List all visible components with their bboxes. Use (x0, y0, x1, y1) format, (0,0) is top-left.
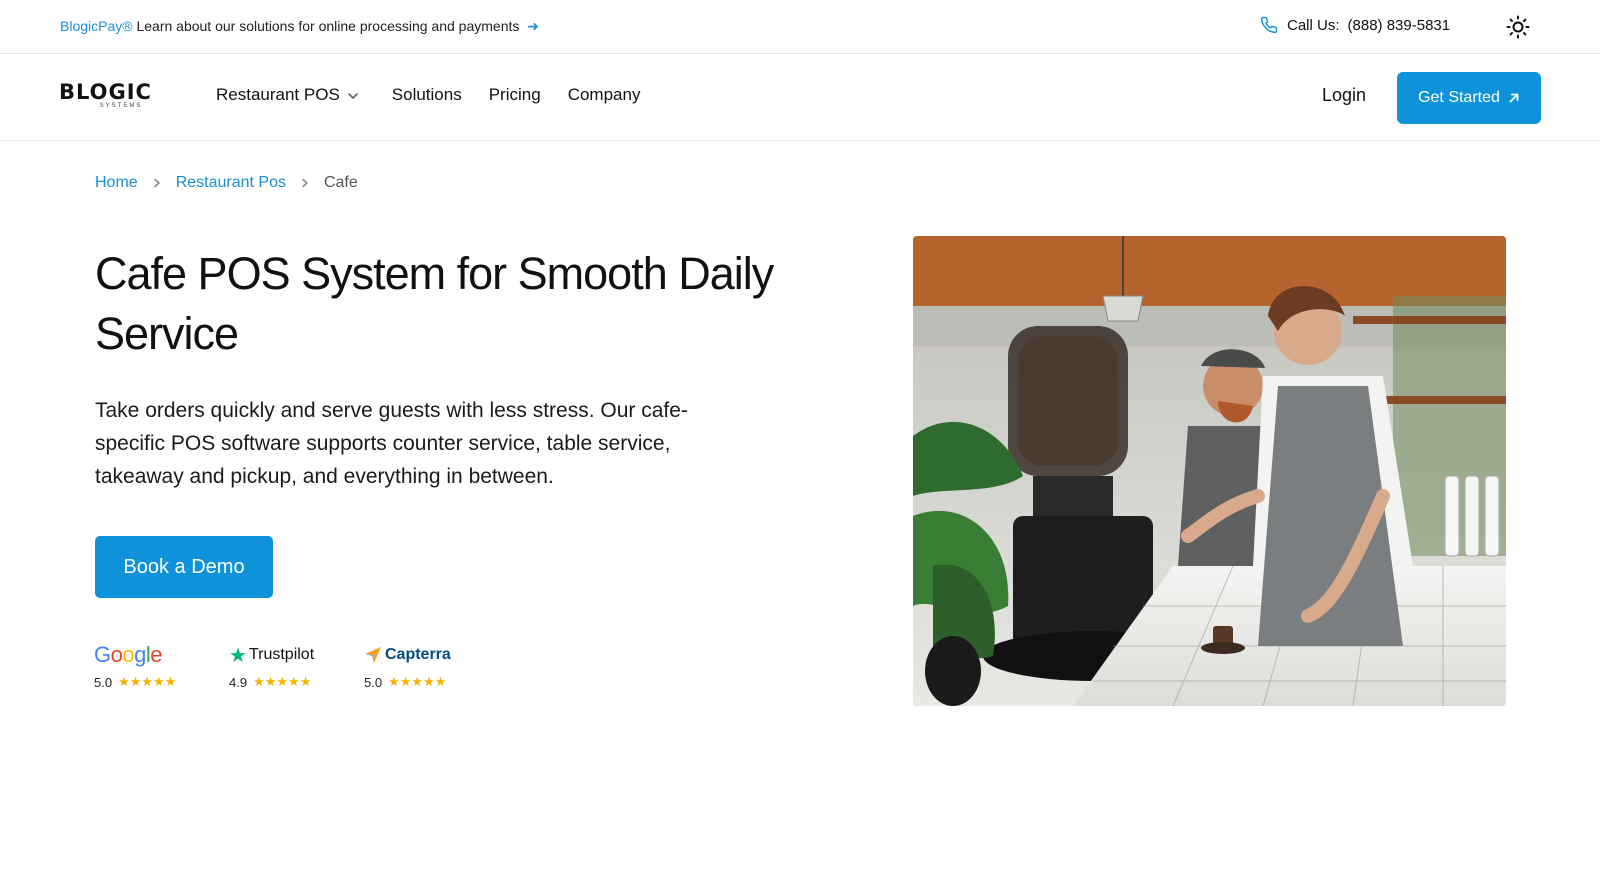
nav-item-pricing[interactable]: Pricing (489, 85, 541, 105)
rating-google: Google 5.0 ★★★★★ (94, 642, 176, 690)
blogicpay-brand: BlogicPay® (60, 18, 133, 34)
breadcrumb: Home Restaurant Pos Cafe (95, 174, 358, 192)
rating-score-row: 5.0 ★★★★★ (94, 674, 176, 690)
nav-item-restaurant-pos[interactable]: Restaurant POS (216, 85, 359, 105)
trustpilot-name: Trustpilot (248, 646, 315, 663)
blogic-logo[interactable]: BLOGIC SYSTEMS (59, 82, 163, 112)
chevron-right-icon (302, 178, 308, 188)
rating-stars: ★★★★★ (118, 674, 177, 689)
hero-image-baristas (913, 236, 1506, 706)
breadcrumb-current: Cafe (323, 174, 358, 191)
nav-item-company[interactable]: Company (568, 85, 641, 105)
cafe-photo-illustration (913, 236, 1506, 706)
rating-score: 5.0 (364, 674, 383, 690)
rating-score-row: 5.0 ★★★★★ (364, 674, 451, 690)
announcement-link[interactable]: BlogicPay® Learn about our solutions for… (60, 18, 539, 35)
trustpilot-wordmark: ★ Trustpilot (229, 643, 314, 668)
theme-toggle[interactable] (1506, 15, 1530, 39)
sun-icon (1506, 15, 1530, 39)
rating-capterra: Capterra 5.0 ★★★★★ (364, 642, 451, 690)
phone-icon (1260, 16, 1278, 34)
chevron-right-icon (153, 178, 160, 188)
arrow-right-icon: ➜ (527, 18, 540, 34)
rating-stars: ★★★★★ (253, 674, 312, 689)
trustpilot-logo: ★ Trustpilot (229, 642, 314, 668)
google-wordmark: Google (94, 642, 163, 667)
arrow-up-right-icon (1509, 93, 1519, 103)
nav-item-solutions[interactable]: Solutions (392, 85, 462, 105)
call-us[interactable]: Call Us: (888) 839-5831 (1260, 16, 1451, 34)
capterra-name: Capterra (385, 646, 451, 663)
trustpilot-star-icon: ★ (229, 644, 247, 667)
login-link[interactable]: Login (1322, 85, 1366, 106)
capterra-wordmark: Capterra (364, 646, 451, 664)
main-navigation: BLOGIC SYSTEMS Restaurant POS Solutions … (0, 55, 1600, 141)
page-title: Cafe POS System for Smooth Daily Service (95, 248, 774, 359)
nav-item-label: Solutions (391, 85, 462, 104)
breadcrumb-home[interactable]: Home (95, 174, 138, 192)
chevron-down-icon (347, 93, 358, 99)
rating-score: 4.9 (229, 674, 248, 690)
capterra-arrow-icon (365, 647, 381, 663)
get-started-button[interactable]: Get Started (1397, 72, 1541, 124)
rating-stars: ★★★★★ (388, 674, 447, 689)
nav-item-label: Restaurant POS (216, 85, 340, 104)
phone-number: (888) 839-5831 (1347, 17, 1451, 34)
book-demo-button[interactable]: Book a Demo (95, 536, 273, 598)
announcement-text: Learn about our solutions for online pro… (136, 18, 520, 34)
nav-item-label: Company (567, 85, 641, 104)
call-label: Call Us: (1287, 17, 1340, 34)
rating-trustpilot: ★ Trustpilot 4.9 ★★★★★ (229, 642, 314, 690)
google-logo: Google (94, 642, 176, 668)
nav-item-label: Pricing (488, 85, 541, 104)
hero-description: Take orders quickly and serve guests wit… (95, 399, 688, 488)
rating-score-row: 4.9 ★★★★★ (229, 674, 314, 690)
breadcrumb-restaurant-pos[interactable]: Restaurant Pos (176, 174, 286, 192)
logo-wordmark: BLOGIC (59, 80, 152, 104)
rating-score: 5.0 (94, 674, 113, 690)
get-started-label: Get Started (1418, 89, 1500, 106)
nav-menu: Restaurant POS Solutions Pricing Company (216, 85, 640, 105)
announcement-bar: BlogicPay® Learn about our solutions for… (0, 0, 1600, 54)
capterra-logo: Capterra (364, 642, 451, 668)
